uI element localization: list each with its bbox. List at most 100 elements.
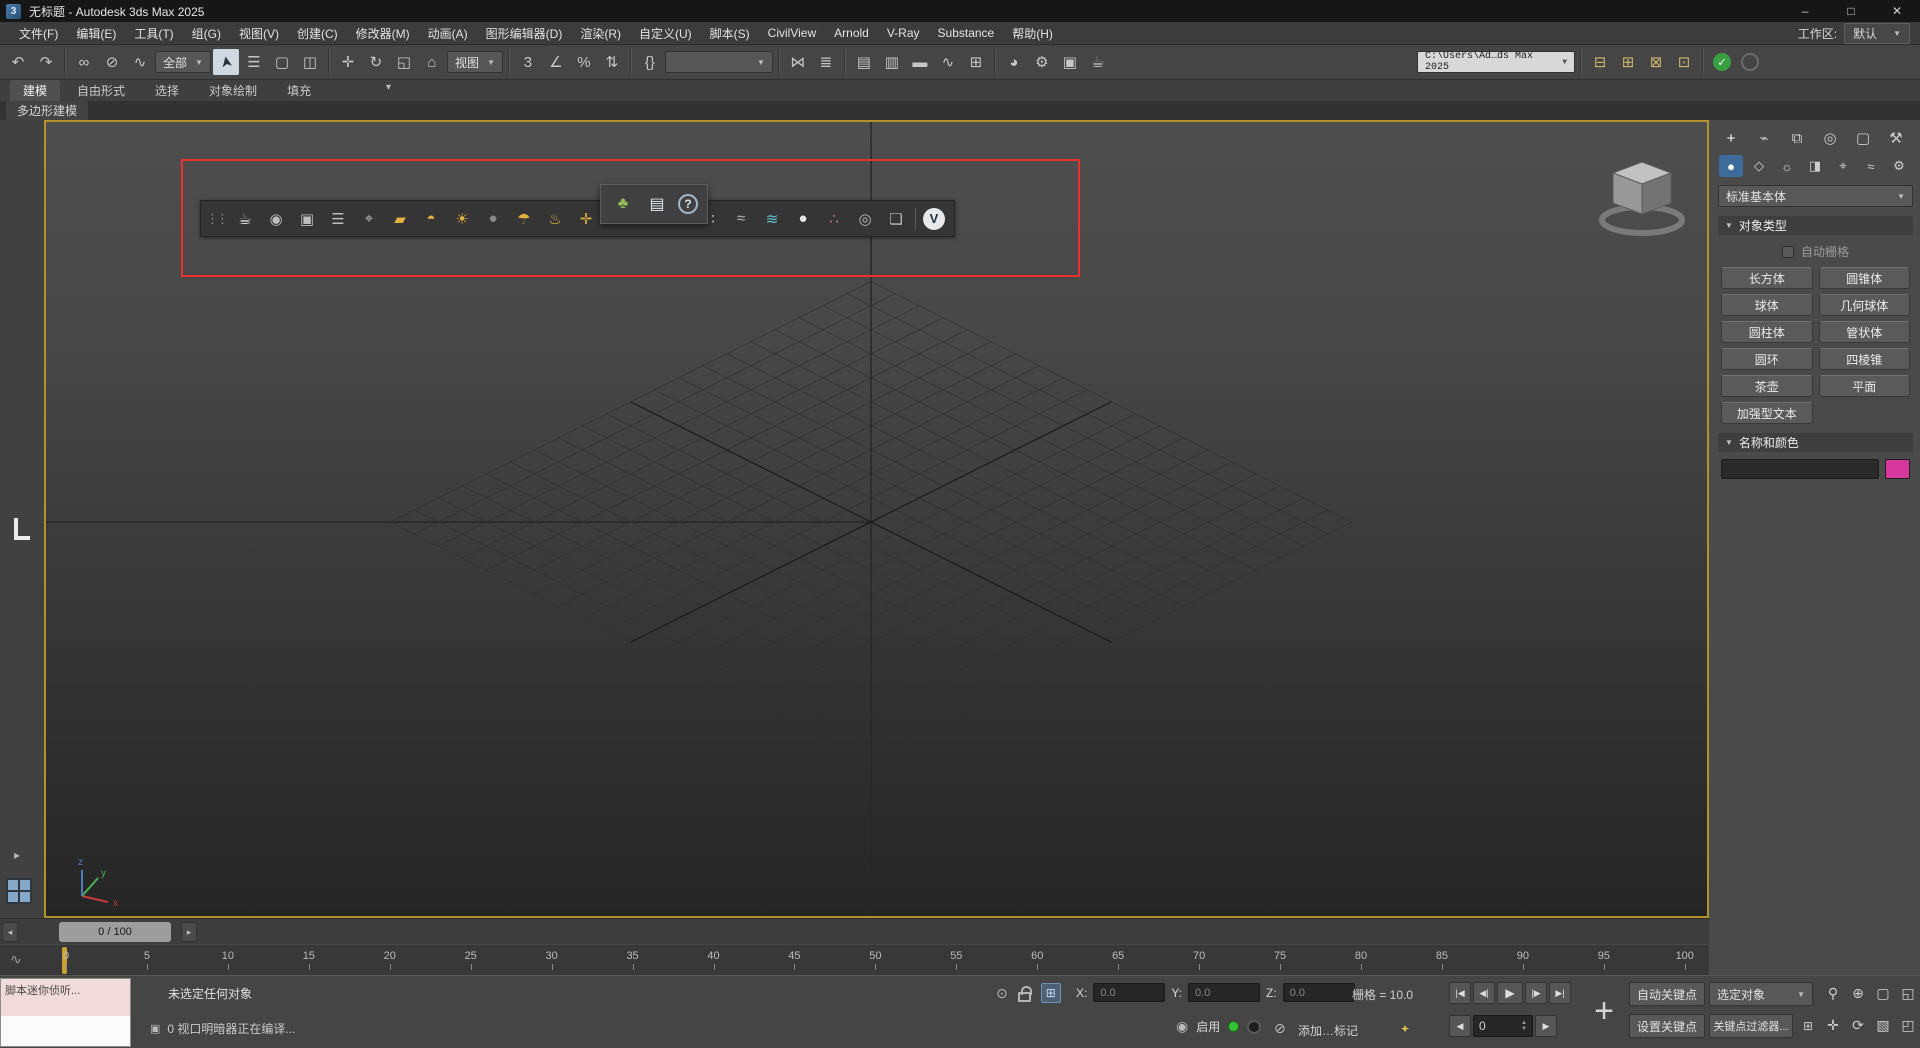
layout-expand-icon[interactable]: ▸ <box>14 848 20 862</box>
export-container-icon[interactable]: ⊞ <box>1615 49 1641 75</box>
menu-item[interactable]: 渲染(R) <box>571 22 630 44</box>
selection-region-icon[interactable]: ▢ <box>269 49 295 75</box>
autogrid-checkbox[interactable] <box>1782 246 1794 258</box>
import-container-icon[interactable]: ⊟ <box>1587 49 1613 75</box>
perspective-viewport[interactable]: x y z <box>44 120 1709 918</box>
align-icon[interactable]: ≣ <box>813 49 839 75</box>
object-type-button[interactable]: 圆柱体 <box>1721 321 1813 343</box>
menu-item[interactable]: Arnold <box>825 22 878 44</box>
menu-item[interactable]: 修改器(M) <box>347 22 419 44</box>
goto-start-button[interactable]: |◀ <box>1449 982 1471 1004</box>
project-folder-dropdown[interactable]: C:\Users\Ad…ds Max 2025 ▼ <box>1417 51 1575 73</box>
viewport-status-icon[interactable]: ◉ <box>1176 1018 1188 1035</box>
window-crossing-icon[interactable]: ◫ <box>297 49 323 75</box>
panel-tab-utilities[interactable]: ⚒ <box>1886 128 1906 148</box>
snap-toggle-3d-icon[interactable]: 3 <box>515 49 541 75</box>
ribbon-tab[interactable]: 自由形式 <box>64 80 138 101</box>
layout-grid-icon[interactable] <box>6 878 32 904</box>
object-type-button[interactable]: 长方体 <box>1721 267 1813 289</box>
open-container-icon[interactable]: ⊠ <box>1643 49 1669 75</box>
named-sets-dropdown[interactable]: ▼ <box>665 51 773 73</box>
category-cameras-icon[interactable]: ◨ <box>1803 155 1827 177</box>
vray-color-dots-icon[interactable]: ∴ <box>822 207 846 231</box>
menu-item[interactable]: 图形编辑器(D) <box>477 22 572 44</box>
spinner-snap-icon[interactable]: ⇅ <box>599 49 625 75</box>
next-key-button[interactable]: ▸ <box>181 922 197 942</box>
object-type-button[interactable]: 茶壶 <box>1721 375 1813 397</box>
menu-item[interactable]: 脚本(S) <box>701 22 759 44</box>
menu-item[interactable]: 视图(V) <box>230 22 288 44</box>
transform-gizmo-toggle-icon[interactable]: ⊞ <box>1041 983 1061 1003</box>
vray-layers-icon[interactable]: ❏ <box>884 207 908 231</box>
vray-sphere-light-icon[interactable]: ● <box>481 207 505 231</box>
object-type-button[interactable]: 圆锥体 <box>1819 267 1911 289</box>
set-key-button[interactable]: 设置关键点 <box>1629 1014 1705 1038</box>
key-filters-button[interactable]: 关键点过滤器... <box>1709 1014 1793 1038</box>
vray-displacement-icon[interactable]: ≈ <box>729 207 753 231</box>
menu-item[interactable]: 动画(A) <box>419 22 477 44</box>
zoom-extents-all-icon[interactable]: ◱ <box>1897 982 1919 1004</box>
menu-item[interactable]: 编辑(E) <box>67 22 125 44</box>
vray-ies-light-icon[interactable]: ☂ <box>512 207 536 231</box>
add-time-tag[interactable]: 添加…标记 <box>1298 1022 1358 1039</box>
vray-fluid-icon[interactable]: ≋ <box>760 207 784 231</box>
zoom-all-icon[interactable]: ⊕ <box>1847 982 1869 1004</box>
reference-coordsys-dropdown[interactable]: 视图 ▼ <box>447 51 503 73</box>
vray-material-sphere-icon[interactable]: ● <box>791 207 815 231</box>
play-button[interactable]: ▶ <box>1497 982 1523 1004</box>
goto-end-button[interactable]: ▶| <box>1549 982 1571 1004</box>
ribbon-options-icon[interactable]: ▾ <box>378 82 399 95</box>
category-helpers-icon[interactable]: ⌖ <box>1831 155 1855 177</box>
key-filter-dropdown[interactable]: 选定对象 ▼ <box>1709 982 1813 1006</box>
toolbar-grip-icon[interactable]: ⋮⋮ <box>206 211 226 227</box>
object-type-button[interactable]: 四棱锥 <box>1819 348 1911 370</box>
frame-back-button[interactable]: ◀ <box>1449 1015 1471 1037</box>
subcategory-dropdown[interactable]: 标准基本体 ▼ <box>1718 185 1913 207</box>
menu-item[interactable]: 帮助(H) <box>1003 22 1062 44</box>
ribbon-subtab-polymodeling[interactable]: 多边形建模 <box>6 101 88 120</box>
maxscript-mini-listener[interactable]: 脚本迷你侦听... <box>0 978 131 1047</box>
vray-log-icon[interactable]: ☰ <box>326 207 350 231</box>
panel-tab-display[interactable]: ▢ <box>1853 128 1873 148</box>
frame-forward-button[interactable]: ▶ <box>1535 1015 1557 1037</box>
rendered-frame-window-icon[interactable]: ▣ <box>1057 49 1083 75</box>
select-rotate-icon[interactable]: ↻ <box>363 49 389 75</box>
vray-sun-light-icon[interactable]: ☀ <box>450 207 474 231</box>
menu-item[interactable]: 文件(F) <box>10 22 67 44</box>
help-icon[interactable]: ? <box>678 194 698 214</box>
enable-label[interactable]: 启用 <box>1196 1018 1220 1035</box>
select-by-name-icon[interactable]: ☰ <box>241 49 267 75</box>
close-button[interactable]: ✕ <box>1874 0 1920 22</box>
frame-spinner-icon[interactable]: ▲▼ <box>1521 1020 1527 1032</box>
notes-icon[interactable]: ▤ <box>644 191 670 217</box>
vray-logo-icon[interactable]: V <box>923 208 945 230</box>
panel-tab-hierarchy[interactable]: ⧉ <box>1787 128 1807 148</box>
scene-explorer-icon[interactable]: ▤ <box>851 49 877 75</box>
menu-item[interactable]: Substance <box>929 22 1004 44</box>
zoom-region-icon[interactable]: ▧ <box>1872 1014 1894 1036</box>
forest-trees-icon[interactable]: ♣ <box>610 191 636 217</box>
select-object-icon[interactable]: ➤ <box>213 49 239 75</box>
select-scale-icon[interactable]: ◱ <box>391 49 417 75</box>
orbit-icon[interactable]: ⟳ <box>1847 1014 1869 1036</box>
category-lights-icon[interactable]: ☼ <box>1775 155 1799 177</box>
ribbon-tab[interactable]: 填充 <box>274 80 324 101</box>
category-systems-icon[interactable]: ⚙ <box>1887 155 1911 177</box>
vray-interactive-render-icon[interactable]: ◉ <box>264 207 288 231</box>
menu-item[interactable]: 自定义(U) <box>630 22 701 44</box>
workspace-dropdown[interactable]: 默认 ▼ <box>1844 23 1910 44</box>
vray-camera-icon[interactable]: ⌖ <box>357 207 381 231</box>
pan-icon[interactable]: ✛ <box>1822 1014 1844 1036</box>
key-settings-icon[interactable]: ⊞ <box>1798 1016 1818 1036</box>
rollout-object-type[interactable]: ▼ 对象类型 <box>1718 216 1913 235</box>
auto-key-button[interactable]: 自动关键点 <box>1629 982 1705 1006</box>
unlink-selection-icon[interactable]: ⊘ <box>99 49 125 75</box>
menu-item[interactable]: 组(G) <box>183 22 230 44</box>
selection-lock-icon[interactable] <box>1018 992 1031 1002</box>
object-type-button[interactable]: 圆环 <box>1721 348 1813 370</box>
panel-tab-create[interactable]: + <box>1721 128 1741 148</box>
ribbon-tab[interactable]: 建模 <box>10 80 60 101</box>
zoom-icon[interactable]: ⚲ <box>1822 982 1844 1004</box>
time-slider[interactable]: 0 / 100 <box>59 922 171 942</box>
time-ruler[interactable]: ∿ 05101520253035404550556065707580859095… <box>0 944 1709 975</box>
